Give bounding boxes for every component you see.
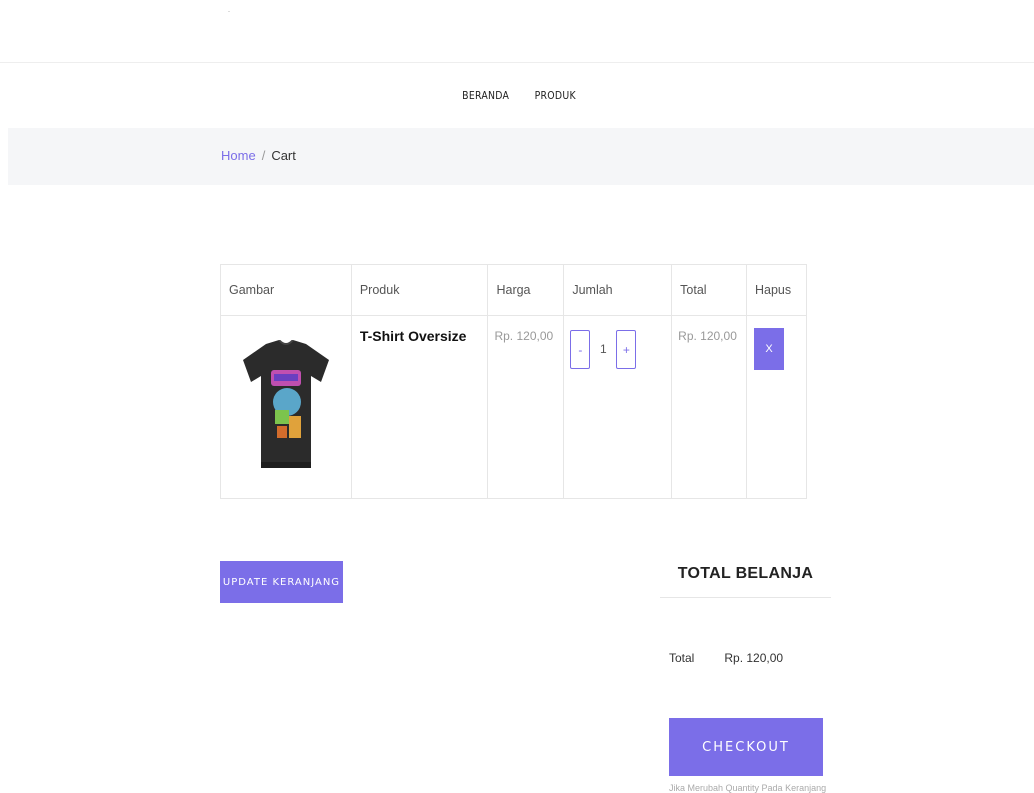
breadcrumb-home-link[interactable]: Home xyxy=(221,148,256,163)
summary-total-label: Total xyxy=(669,651,695,665)
breadcrumb-bar: Home / Cart xyxy=(8,128,1034,185)
qty-minus-button[interactable]: - xyxy=(570,330,591,369)
product-total: Rp. 120,00 xyxy=(678,329,737,343)
table-row: T-Shirt Oversize Rp. 120,00 - 1 + Rp. 12… xyxy=(220,315,807,499)
top-header xyxy=(0,0,1034,63)
qty-value[interactable]: 1 xyxy=(590,330,616,369)
product-qty-cell: - 1 + xyxy=(563,315,673,499)
product-name-cell: T-Shirt Oversize xyxy=(350,315,489,499)
product-name: T-Shirt Oversize xyxy=(359,328,467,344)
header-harga: Harga xyxy=(487,264,565,316)
cart-header-row: Gambar Produk Harga Jumlah Total Hapus xyxy=(220,264,807,316)
nav-item-beranda[interactable]: BERANDA xyxy=(462,89,509,102)
product-delete-cell: X xyxy=(746,315,807,499)
nav-item-produk[interactable]: PRODUK xyxy=(535,89,576,102)
breadcrumb-current: Cart xyxy=(271,148,296,163)
tshirt-image xyxy=(242,340,329,468)
header-hapus: Hapus xyxy=(746,264,807,316)
remove-item-button[interactable]: X xyxy=(754,328,784,370)
header-produk: Produk xyxy=(350,264,489,316)
main-nav: BERANDA PRODUK xyxy=(0,63,1034,128)
header-gambar: Gambar xyxy=(220,264,352,316)
header-mark xyxy=(228,11,230,12)
update-cart-button[interactable]: UPDATE KERANJANG xyxy=(220,561,343,603)
header-total: Total xyxy=(671,264,747,316)
product-price: Rp. 120,00 xyxy=(494,329,554,343)
summary-total-value: Rp. 120,00 xyxy=(724,651,784,665)
product-image-cell xyxy=(220,315,352,499)
checkout-button[interactable]: CHECKOUT xyxy=(669,718,823,776)
qty-plus-button[interactable]: + xyxy=(616,330,637,369)
breadcrumb-separator: / xyxy=(261,148,266,163)
product-total-cell: Rp. 120,00 xyxy=(671,315,747,499)
summary-title: TOTAL BELANJA xyxy=(660,565,831,598)
product-price-cell: Rp. 120,00 xyxy=(487,315,565,499)
summary-total-row: Total Rp. 120,00 xyxy=(669,651,783,665)
header-jumlah: Jumlah xyxy=(563,264,673,316)
cart-table: Gambar Produk Harga Jumlah Total Hapus T… xyxy=(220,264,807,499)
checkout-note: Jika Merubah Quantity Pada Keranjang xyxy=(669,783,827,793)
breadcrumb: Home / Cart xyxy=(221,148,296,163)
quantity-stepper: - 1 + xyxy=(570,330,637,369)
